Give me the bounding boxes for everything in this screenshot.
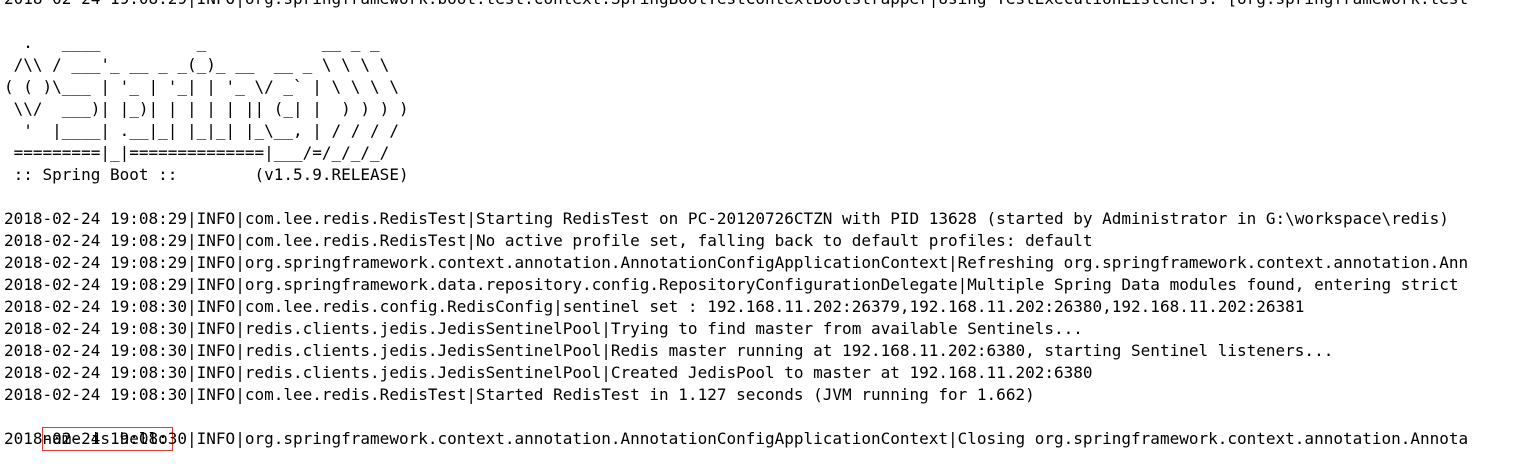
spring-boot-banner: . ____ _ __ _ _ /\\ / ___'_ __ _ _(_)_ _… xyxy=(4,33,409,184)
log-line: 2018-02-24 19:08:29|INFO|com.lee.redis.R… xyxy=(4,231,1093,250)
log-line-bootstrapper: 2018-02-24 19:08:29|INFO|org.springframe… xyxy=(4,0,1523,10)
log-line: 2018-02-24 19:08:30|INFO|redis.clients.j… xyxy=(4,319,1083,338)
log-line-closing: 2018-02-24 19:08:30|INFO|org.springframe… xyxy=(4,429,1469,448)
log-line: 2018-02-24 19:08:30|INFO|redis.clients.j… xyxy=(4,341,1334,360)
log-line: 2018-02-24 19:08:29|INFO|com.lee.redis.R… xyxy=(4,209,1449,228)
log-line: 2018-02-24 19:08:30|INFO|com.lee.redis.R… xyxy=(4,385,1035,404)
log-line: 2018-02-24 19:08:30|INFO|com.lee.redis.c… xyxy=(4,297,1305,316)
log-line: 2018-02-24 19:08:30|INFO|redis.clients.j… xyxy=(4,363,1093,382)
console-output: 2018-02-24 19:08:29|INFO|org.springframe… xyxy=(4,0,1523,466)
log-line: 2018-02-24 19:08:29|INFO|org.springframe… xyxy=(4,253,1469,272)
highlighted-output-line: name is hello xyxy=(4,406,1523,451)
log-line: 2018-02-24 19:08:29|INFO|org.springframe… xyxy=(4,275,1459,294)
